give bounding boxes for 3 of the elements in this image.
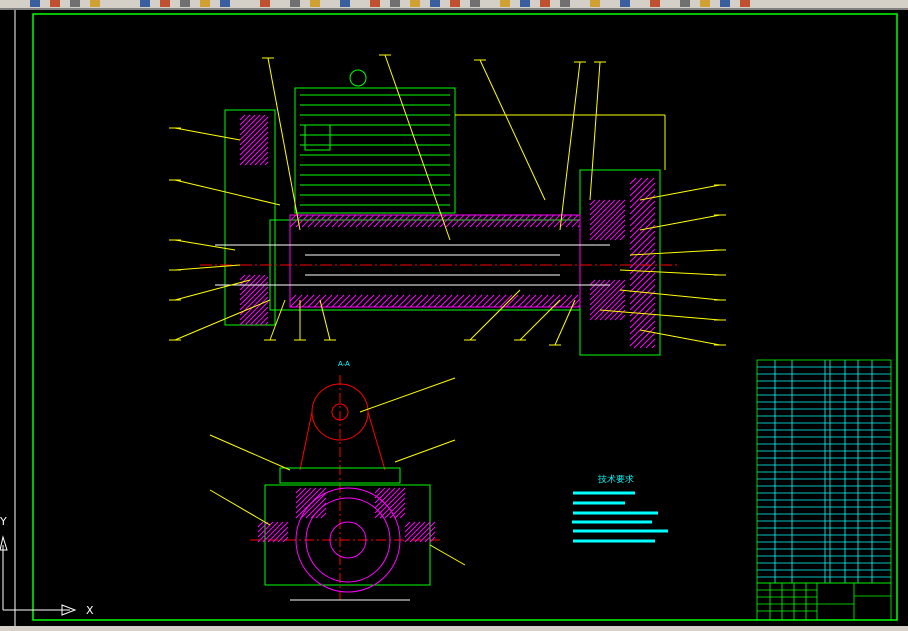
- x-axis-label: X: [86, 604, 94, 617]
- notes-title: 技术要求: [598, 475, 634, 485]
- y-axis-label: Y: [0, 515, 7, 528]
